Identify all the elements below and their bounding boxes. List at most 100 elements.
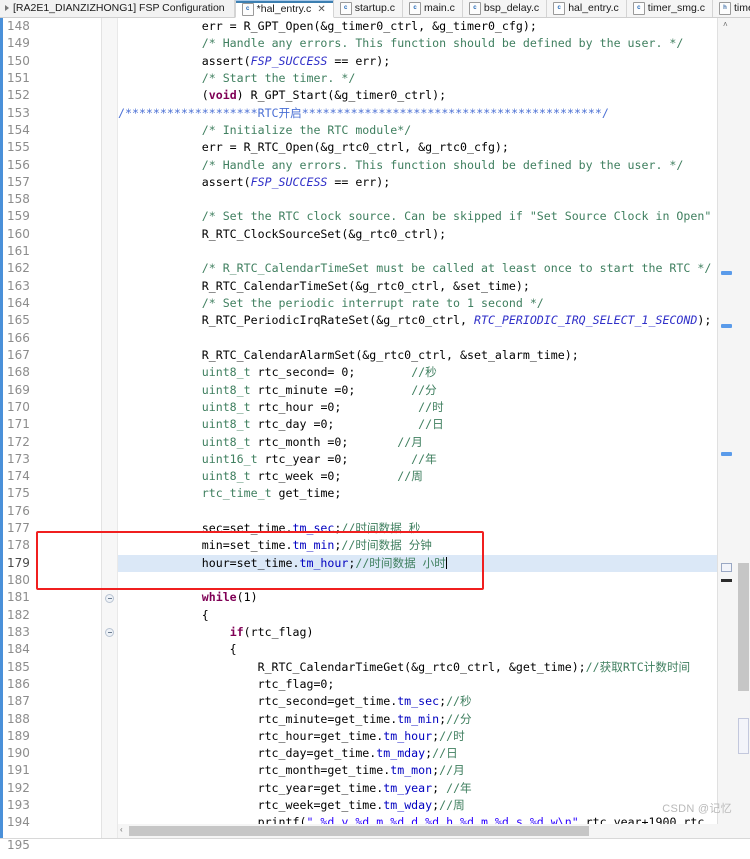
tab-hal-entry-c[interactable]: c hal_entry.c	[547, 0, 627, 17]
code-line[interactable]: rtc_time_t get_time;	[118, 485, 718, 502]
code-line[interactable]: if(rtc_flag)	[118, 624, 718, 641]
code-line[interactable]: sec=set_time.tm_sec;//时间数据 秒	[118, 520, 718, 537]
overview-marker[interactable]	[721, 452, 732, 456]
code-line[interactable]: uint8_t rtc_hour =0; //时	[118, 399, 718, 416]
c-source-file-icon: c	[339, 1, 352, 15]
code-line[interactable]: /* Handle any errors. This function shou…	[118, 35, 718, 52]
line-number: 149	[7, 36, 30, 51]
code-line[interactable]: uint8_t rtc_month =0; //月	[118, 434, 718, 451]
code-line[interactable]: R_RTC_CalendarTimeGet(&g_rtc0_ctrl, &get…	[118, 659, 718, 676]
source-code[interactable]: err = R_GPT_Open(&g_timer0_ctrl, &g_time…	[118, 18, 718, 824]
line-number: 160	[7, 226, 30, 241]
scroll-left-arrow-icon[interactable]: ‹	[120, 825, 123, 834]
code-line[interactable]: uint8_t rtc_minute =0; //分	[118, 382, 718, 399]
code-line[interactable]: R_RTC_PeriodicIrqRateSet(&g_rtc0_ctrl, R…	[118, 312, 718, 329]
code-line[interactable]: /* Set the RTC clock source. Can be skip…	[118, 208, 718, 225]
overview-marker-box[interactable]	[721, 563, 732, 572]
code-line[interactable]: assert(FSP_SUCCESS == err);	[118, 53, 718, 70]
tab-main-c[interactable]: c main.c	[402, 0, 463, 17]
line-number: 161	[7, 244, 30, 259]
tab-startup-c[interactable]: c startup.c	[333, 0, 403, 17]
code-line[interactable]: rtc_second=get_time.tm_sec;//秒	[118, 693, 718, 710]
code-line[interactable]: hour=set_time.tm_hour;//时间数据 小时	[118, 554, 718, 572]
code-line[interactable]: /* Start the timer. */	[118, 70, 718, 87]
code-line[interactable]: uint8_t rtc_week =0; //周	[118, 468, 718, 485]
code-line[interactable]: /* Initialize the RTC module*/	[118, 122, 718, 139]
code-line[interactable]: min=set_time.tm_min;//时间数据 分钟	[118, 537, 718, 554]
code-line[interactable]: R_RTC_ClockSourceSet(&g_rtc0_ctrl);	[118, 226, 718, 243]
code-viewport[interactable]: err = R_GPT_Open(&g_timer0_ctrl, &g_time…	[118, 18, 718, 824]
tab-timer-smg-c[interactable]: c timer_smg.c	[626, 0, 713, 17]
vertical-scrollbar[interactable]	[736, 18, 750, 838]
perspective-tab[interactable]: [RA2E1_DIANZIZHONG1] FSP Configuration	[0, 0, 235, 17]
scroll-up-arrow-icon[interactable]: ˄	[723, 20, 728, 29]
code-line[interactable]: while(1)	[118, 589, 718, 606]
folding-margin[interactable]	[102, 18, 118, 838]
horizontal-scrollbar-thumb[interactable]	[129, 826, 589, 836]
editor-tab-bar: [RA2E1_DIANZIZHONG1] FSP Configuration c…	[0, 0, 750, 18]
code-line[interactable]: {	[118, 641, 718, 658]
code-line[interactable]	[118, 330, 718, 347]
code-line[interactable]	[118, 191, 718, 208]
tab-label: main.c	[423, 2, 455, 14]
code-line[interactable]: uint16_t rtc_year =0; //年	[118, 451, 718, 468]
vertical-scrollbar-secondary-thumb[interactable]	[738, 718, 749, 754]
code-line[interactable]: err = R_GPT_Open(&g_timer0_ctrl, &g_time…	[118, 18, 718, 35]
line-number: 174	[7, 469, 30, 484]
code-line[interactable]	[118, 572, 718, 589]
code-line[interactable]: assert(FSP_SUCCESS == err);	[118, 174, 718, 191]
code-line[interactable]	[118, 503, 718, 520]
code-line[interactable]: /* Set the periodic interrupt rate to 1 …	[118, 295, 718, 312]
line-number: 163	[7, 278, 30, 293]
fold-collapse-icon[interactable]	[105, 628, 114, 638]
overview-marker[interactable]	[721, 324, 732, 328]
tab-timer-smg-h[interactable]: h timer_smg.h	[712, 0, 750, 17]
code-line[interactable]: {	[118, 607, 718, 624]
line-number: 154	[7, 122, 30, 137]
chevron-right-icon	[5, 5, 9, 11]
code-line[interactable]: rtc_year=get_time.tm_year; //年	[118, 780, 718, 797]
code-line[interactable]	[118, 243, 718, 260]
c-source-file-icon: c	[553, 1, 566, 15]
close-icon[interactable]: ✕	[317, 4, 325, 15]
code-line[interactable]: printf(" %d y %d m %d d %d h %d m %d s %…	[118, 814, 718, 824]
code-line[interactable]: rtc_day=get_time.tm_mday;//日	[118, 745, 718, 762]
line-number: 179	[7, 555, 30, 570]
code-line[interactable]: /*******************RTC开启***************…	[118, 105, 718, 122]
line-number: 153	[7, 105, 30, 120]
code-line[interactable]: /* R_RTC_CalendarTimeSet must be called …	[118, 260, 718, 277]
line-number: 168	[7, 365, 30, 380]
overview-marker[interactable]	[721, 271, 732, 275]
vertical-scrollbar-thumb[interactable]	[738, 563, 749, 691]
tab-label: *hal_entry.c	[256, 3, 312, 15]
line-number: 191	[7, 763, 30, 778]
line-number: 193	[7, 798, 30, 813]
line-number: 194	[7, 815, 30, 830]
code-line[interactable]: R_RTC_CalendarAlarmSet(&g_rtc0_ctrl, &se…	[118, 347, 718, 364]
h-header-file-icon: h	[718, 1, 731, 15]
c-source-file-icon: c	[241, 2, 254, 16]
code-line[interactable]: err = R_RTC_Open(&g_rtc0_ctrl, &g_rtc0_c…	[118, 139, 718, 156]
code-line[interactable]: rtc_month=get_time.tm_mon;//月	[118, 762, 718, 779]
line-number: 188	[7, 711, 30, 726]
code-line[interactable]: (void) R_GPT_Start(&g_timer0_ctrl);	[118, 87, 718, 104]
code-editor[interactable]: 148 149 150 151 152 153 154 155 156 157 158 159 160 1…	[0, 18, 750, 838]
tab-bsp-delay-c[interactable]: c bsp_delay.c	[462, 0, 548, 17]
line-number: 158	[7, 192, 30, 207]
code-line[interactable]: uint8_t rtc_day =0; //日	[118, 416, 718, 433]
code-line[interactable]: uint8_t rtc_second= 0; //秒	[118, 364, 718, 381]
code-line[interactable]: rtc_week=get_time.tm_wday;//周	[118, 797, 718, 814]
horizontal-scrollbar[interactable]: ‹	[118, 824, 718, 838]
fold-collapse-icon[interactable]	[105, 593, 114, 603]
code-line[interactable]: /* Handle any errors. This function shou…	[118, 157, 718, 174]
line-number: 176	[7, 503, 30, 518]
tab-label: timer_smg.h	[733, 2, 750, 14]
editor-bottom-edge	[0, 838, 750, 859]
code-line[interactable]: R_RTC_CalendarTimeSet(&g_rtc0_ctrl, &set…	[118, 278, 718, 295]
overview-ruler[interactable]: ˄	[717, 18, 736, 838]
tab-hal-entry-c-active[interactable]: c *hal_entry.c ✕	[234, 0, 334, 18]
code-line[interactable]: rtc_flag=0;	[118, 676, 718, 693]
code-line[interactable]: rtc_hour=get_time.tm_hour;//时	[118, 728, 718, 745]
code-line[interactable]: rtc_minute=get_time.tm_min;//分	[118, 711, 718, 728]
overview-marker-current[interactable]	[721, 579, 732, 582]
